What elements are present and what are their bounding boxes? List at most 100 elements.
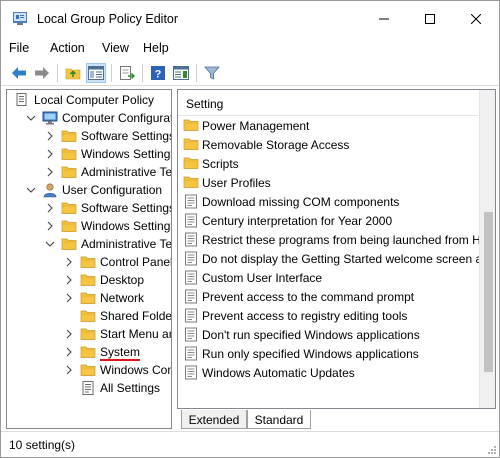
list-setting-item[interactable]: Run only specified Windows applications [178, 344, 478, 363]
policy-setting-icon [184, 308, 198, 323]
close-button[interactable] [453, 1, 499, 37]
folder-icon [80, 290, 96, 306]
tree-item[interactable]: Windows Comp [7, 361, 171, 379]
view-tabs: Extended Standard [177, 410, 497, 430]
chevron-right-icon[interactable] [62, 254, 76, 270]
tree-item-label: Windows Settings [81, 219, 172, 233]
status-text: 10 setting(s) [9, 438, 76, 452]
minimize-icon [379, 18, 389, 20]
tree-item[interactable]: Software Settings [7, 199, 171, 217]
tree-item[interactable]: Computer Configuration [7, 109, 171, 127]
tree-item-label: Administrative Tem [81, 237, 172, 251]
folder-icon [61, 200, 77, 216]
list-setting-item[interactable]: Windows Automatic Updates [178, 363, 478, 382]
folder-icon [80, 362, 96, 378]
tree-item[interactable]: Desktop [7, 271, 171, 289]
chevron-down-icon[interactable] [24, 182, 38, 198]
list-setting-item[interactable]: Prevent access to the command prompt [178, 287, 478, 306]
tree-item[interactable]: Windows Settings [7, 145, 171, 163]
chevron-right-icon[interactable] [43, 164, 57, 180]
tree-item[interactable]: Windows Settings [7, 217, 172, 235]
settings-list[interactable]: Setting Power Management Removable Storag… [177, 89, 496, 409]
chevron-right-icon[interactable] [62, 362, 76, 378]
console-tree[interactable]: Local Computer Policy Computer Configurat… [6, 89, 172, 429]
tree-item[interactable]: User Configuration [7, 181, 171, 199]
tree-item[interactable]: All Settings [7, 379, 171, 397]
tree-item[interactable]: Control Panel [7, 253, 171, 271]
list-folder-item[interactable]: Removable Storage Access [178, 135, 478, 154]
tree-item-label: Desktop [100, 273, 145, 287]
chevron-right-icon[interactable] [62, 272, 76, 288]
list-folder-item[interactable]: Scripts [178, 154, 478, 173]
list-folder-item[interactable]: Power Management [178, 116, 478, 135]
folder-icon [80, 254, 96, 270]
folder-icon [183, 117, 199, 132]
show-hide-action-pane-button[interactable] [171, 63, 191, 83]
folder-up-icon [65, 68, 81, 80]
vertical-scrollbar[interactable] [479, 90, 495, 408]
tab-standard[interactable]: Standard [247, 410, 311, 429]
list-setting-item[interactable]: Restrict these programs from being launc… [178, 230, 481, 249]
folder-icon [80, 344, 96, 360]
tree-item[interactable]: Software Settings [7, 127, 171, 145]
list-setting-item[interactable]: Don't run specified Windows applications [178, 325, 478, 344]
show-hide-console-tree-button[interactable] [86, 63, 106, 83]
chevron-right-icon[interactable] [43, 146, 57, 162]
title-bar[interactable]: Local Group Policy Editor [1, 1, 499, 37]
tree-item[interactable]: Local Computer Policy [7, 91, 171, 109]
tree-item[interactable]: Administrative Tem [7, 235, 172, 253]
chevron-right-icon[interactable] [62, 290, 76, 306]
list-setting-item[interactable]: Century interpretation for Year 2000 [178, 211, 478, 230]
scrollbar-thumb[interactable] [484, 212, 493, 372]
chevron-right-icon[interactable] [43, 200, 57, 216]
chevron-right-icon[interactable] [43, 218, 57, 234]
tab-extended[interactable]: Extended [181, 410, 247, 429]
policy-setting-icon [184, 270, 198, 285]
tree-item-label: User Configuration [62, 183, 163, 197]
folder-icon [61, 218, 77, 234]
column-header-label: Setting [186, 97, 224, 111]
help-button[interactable]: ? [148, 63, 168, 83]
minimize-button[interactable] [361, 1, 407, 37]
maximize-button[interactable] [407, 1, 453, 37]
gpedit-icon [13, 12, 27, 25]
resize-grip-icon[interactable] [486, 444, 496, 454]
list-setting-item[interactable]: Download missing COM components [178, 192, 478, 211]
list-setting-item[interactable]: Custom User Interface [178, 268, 478, 287]
up-one-level-button[interactable] [63, 63, 83, 83]
policy-setting-icon [184, 289, 198, 304]
tree-item[interactable]: Start Menu and [7, 325, 171, 343]
menu-help[interactable]: Help [143, 41, 169, 55]
chevron-right-icon[interactable] [62, 344, 76, 360]
policy-setting-icon [184, 365, 198, 380]
toolbar-separator [111, 64, 112, 82]
chevron-right-icon[interactable] [43, 128, 57, 144]
all-settings-icon [80, 380, 96, 396]
tree-item[interactable]: Shared Folders [7, 307, 171, 325]
tree-item[interactable]: System [7, 343, 171, 361]
export-list-button[interactable] [117, 63, 137, 83]
menu-file[interactable]: File [9, 41, 29, 55]
tree-item[interactable]: Network [7, 289, 171, 307]
column-header-setting[interactable]: Setting [178, 90, 478, 116]
tree-item-label: Start Menu and [100, 327, 171, 341]
toolbar-separator [142, 64, 143, 82]
list-item-label: Prevent access to registry editing tools [202, 309, 408, 323]
status-bar: 10 setting(s) [1, 431, 499, 457]
chevron-down-icon[interactable] [24, 110, 38, 126]
menu-view[interactable]: View [102, 41, 129, 55]
list-item-label: Download missing COM components [202, 195, 400, 209]
chevron-right-icon[interactable] [62, 326, 76, 342]
filter-button[interactable] [202, 63, 222, 83]
chevron-down-icon[interactable] [43, 236, 57, 252]
list-setting-item[interactable]: Prevent access to registry editing tools [178, 306, 478, 325]
list-item-label: Don't run specified Windows applications [202, 328, 420, 342]
list-setting-item[interactable]: Do not display the Getting Started welco… [178, 249, 482, 268]
back-button[interactable] [9, 63, 29, 83]
folder-icon [61, 146, 77, 162]
list-folder-item[interactable]: User Profiles [178, 173, 478, 192]
tree-item[interactable]: Administrative Tem [7, 163, 171, 181]
forward-button[interactable] [32, 63, 52, 83]
policy-setting-icon [184, 194, 198, 209]
menu-action[interactable]: Action [50, 41, 85, 55]
